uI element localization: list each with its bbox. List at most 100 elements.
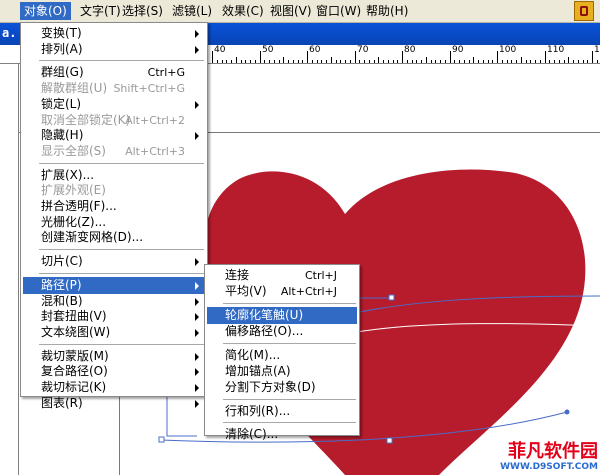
object-menu-item[interactable]: 创建渐变网格(D)... xyxy=(23,229,205,246)
object-menu-item-shortcut: Ctrl+G xyxy=(147,66,185,80)
ruler-tick xyxy=(554,60,555,63)
object-menu-item-label: 排列(A) xyxy=(41,41,83,56)
ruler-tick xyxy=(236,57,237,63)
object-menu-item-label: 封套扭曲(V) xyxy=(41,309,107,324)
object-menu-item-label: 切片(C) xyxy=(41,254,83,269)
ruler-tick xyxy=(483,60,484,63)
object-menu-item[interactable]: 扩展(X)... xyxy=(23,167,205,184)
object-menu-item-label: 光栅化(Z)... xyxy=(41,214,107,229)
ruler-tick xyxy=(340,60,341,63)
path-menu-item[interactable]: 行和列(R)... xyxy=(207,403,357,420)
object-menu-item[interactable]: 图表(R) xyxy=(23,395,205,412)
menu-filter[interactable]: 滤镜(L) xyxy=(168,2,216,20)
ruler-tick xyxy=(393,60,394,63)
object-menu-item[interactable]: 排列(A) xyxy=(23,41,205,58)
object-menu-item[interactable]: 裁切蒙版(M) xyxy=(23,348,205,365)
object-menu-separator xyxy=(39,249,204,251)
path-menu-item[interactable]: 平均(V) Alt+Ctrl+J xyxy=(207,283,357,300)
path-menu-item-label: 行和列(R)... xyxy=(225,403,291,418)
ruler-tick xyxy=(497,51,498,63)
ruler-tick xyxy=(350,60,351,63)
object-menu-item[interactable]: 取消全部锁定(K) Alt+Ctrl+2 xyxy=(23,112,205,129)
object-menu-item[interactable]: 拼合透明(F)... xyxy=(23,198,205,215)
path-menu-item[interactable]: 清除(C)... xyxy=(207,426,357,443)
ruler-tick xyxy=(502,60,503,63)
anchor-point xyxy=(386,437,393,444)
ruler-tick xyxy=(307,51,308,63)
path-menu-item-label: 轮廓化笔触(U) xyxy=(225,307,304,322)
ruler-tick xyxy=(279,60,280,63)
object-menu-item[interactable]: 显示全部(S) Alt+Ctrl+3 xyxy=(23,143,205,160)
submenu-arrow-icon xyxy=(195,328,199,337)
ruler-tick xyxy=(545,51,546,63)
object-menu-item[interactable]: 复合路径(O) xyxy=(23,363,205,380)
object-menu-item-label: 变换(T) xyxy=(41,26,82,40)
object-menu-separator xyxy=(39,272,204,274)
object-menu-item[interactable]: 变换(T) xyxy=(23,25,205,42)
object-menu-item-label: 隐藏(H) xyxy=(41,128,84,143)
path-menu-item[interactable]: 连接 Ctrl+J xyxy=(207,267,357,284)
ruler-tick xyxy=(359,60,360,63)
ruler-tick xyxy=(241,60,242,63)
ruler-tick xyxy=(568,57,569,63)
ruler-label: 80 xyxy=(404,45,416,55)
object-menu-item-label: 文本绕图(W) xyxy=(41,324,111,339)
object-menu-item[interactable]: 切片(C) xyxy=(23,253,205,270)
ruler-tick xyxy=(336,60,337,63)
object-menu-item[interactable]: 光栅化(Z)... xyxy=(23,214,205,231)
ruler-tick xyxy=(402,51,403,63)
object-menu-separator xyxy=(39,162,204,164)
path-menu-item-label: 清除(C)... xyxy=(225,427,279,442)
ruler-label: 50 xyxy=(262,45,274,55)
object-menu-item[interactable]: 裁切标记(K) xyxy=(23,379,205,396)
object-menu-item[interactable]: 混和(B) xyxy=(23,293,205,310)
path-menu-item-label: 分割下方对象(D) xyxy=(225,380,316,395)
object-menu-item[interactable]: 隐藏(H) xyxy=(23,127,205,144)
path-menu-item[interactable]: 轮廓化笔触(U) xyxy=(207,306,357,324)
object-menu-separator xyxy=(39,343,204,345)
path-menu-item-shortcut: Alt+Ctrl+J xyxy=(280,285,337,299)
object-menu-item[interactable]: 扩展外观(E) xyxy=(23,182,205,199)
path-menu-item[interactable]: 简化(M)... xyxy=(207,347,357,364)
submenu-arrow-icon xyxy=(195,384,199,392)
ruler-tick xyxy=(426,57,427,63)
path-menu-item[interactable]: 偏移路径(O)... xyxy=(207,323,357,340)
path-menu-item[interactable]: 分割下方对象(D) xyxy=(207,379,357,396)
ruler-tick xyxy=(530,60,531,63)
path-menu-item[interactable]: 增加锚点(A) xyxy=(207,363,357,380)
menu-select[interactable]: 选择(S) xyxy=(118,2,167,20)
ruler-tick xyxy=(222,60,223,63)
object-menu-item[interactable]: 封套扭曲(V) xyxy=(23,308,205,325)
ruler-label: 90 xyxy=(452,45,464,55)
object-menu-item-label: 混和(B) xyxy=(41,293,83,308)
menu-view[interactable]: 视图(V) xyxy=(266,2,316,20)
submenu-arrow-icon xyxy=(195,352,199,361)
path-menu-item-label: 简化(M)... xyxy=(225,347,281,362)
menu-help[interactable]: 帮助(H) xyxy=(362,2,412,20)
menu-bar: 对象(O) 文字(T) 选择(S) 滤镜(L) 效果(C) 视图(V) 窗口(W… xyxy=(0,0,600,23)
ruler-tick xyxy=(587,60,588,63)
path-menu-item-label: 连接 xyxy=(225,268,250,282)
submenu-arrow-icon xyxy=(195,132,199,141)
menu-window[interactable]: 窗口(W) xyxy=(312,2,365,20)
menu-effect[interactable]: 效果(C) xyxy=(218,2,268,20)
object-menu-item[interactable]: 文本绕图(W) xyxy=(23,324,205,341)
ruler-tick xyxy=(298,60,299,63)
bezier-handle xyxy=(564,409,570,415)
anchor-point xyxy=(388,294,395,301)
anchor-point xyxy=(158,436,165,443)
object-menu-item[interactable]: 解散群组(U) Shift+Ctrl+G xyxy=(23,80,205,97)
object-menu-item-label: 复合路径(O) xyxy=(41,364,108,379)
vertical-ruler xyxy=(0,64,19,475)
path-menu-separator xyxy=(223,422,356,424)
object-menu-item[interactable]: 锁定(L) xyxy=(23,96,205,113)
object-menu-item-shortcut: Alt+Ctrl+2 xyxy=(125,113,185,127)
ruler-tick xyxy=(459,60,460,63)
ruler-label: 60 xyxy=(309,45,321,55)
ruler-tick xyxy=(492,60,493,63)
ruler-tick xyxy=(516,60,517,63)
object-menu-item[interactable]: 路径(P) xyxy=(23,276,205,294)
object-menu-item[interactable]: 群组(G) Ctrl+G xyxy=(23,64,205,81)
menu-object[interactable]: 对象(O) xyxy=(20,2,71,20)
object-menu-item-label: 显示全部(S) xyxy=(41,143,106,158)
